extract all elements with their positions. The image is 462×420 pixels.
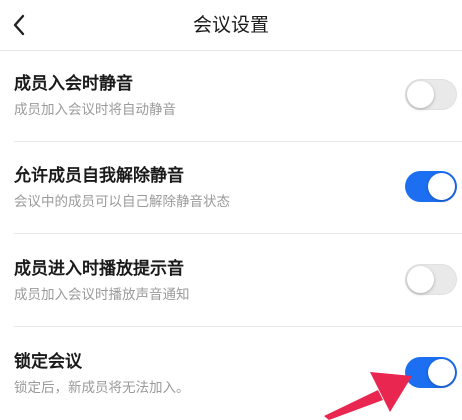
setting-row-allow-self-unmute: 允许成员自我解除静音 会议中的成员可以自己解除静音状态	[0, 143, 462, 234]
divider	[14, 141, 462, 142]
divider	[14, 233, 462, 234]
setting-row-mute-on-join: 成员入会时静音 成员加入会议时将自动静音	[0, 51, 462, 142]
setting-title: 允许成员自我解除静音	[14, 166, 184, 186]
meeting-settings-screen: 会议设置 成员入会时静音 成员加入会议时将自动静音 允许成员自我解除静音 会议中…	[0, 0, 462, 420]
lock-meeting-toggle[interactable]	[405, 357, 457, 388]
setting-description: 成员加入会议时播放声音通知	[14, 287, 190, 303]
toggle-knob	[407, 81, 434, 108]
setting-title: 锁定会议	[14, 352, 82, 372]
page-title: 会议设置	[192, 14, 269, 36]
setting-row-lock-meeting: 锁定会议 锁定后，新成员将无法加入。	[0, 329, 462, 420]
setting-description: 锁定后，新成员将无法加入。	[14, 380, 190, 396]
setting-title: 成员进入时播放提示音	[14, 259, 184, 279]
setting-description: 成员加入会议时将自动静音	[14, 102, 176, 118]
nav-bar: 会议设置	[0, 0, 462, 51]
toggle-knob	[407, 266, 434, 293]
setting-title: 成员入会时静音	[14, 74, 133, 94]
join-chime-toggle[interactable]	[405, 264, 457, 295]
allow-self-unmute-toggle[interactable]	[405, 171, 457, 202]
toggle-knob	[428, 359, 455, 386]
mute-on-join-toggle[interactable]	[405, 79, 457, 110]
divider	[14, 326, 462, 327]
setting-row-join-chime: 成员进入时播放提示音 成员加入会议时播放声音通知	[0, 236, 462, 327]
toggle-knob	[428, 173, 455, 200]
setting-description: 会议中的成员可以自己解除静音状态	[14, 194, 230, 210]
